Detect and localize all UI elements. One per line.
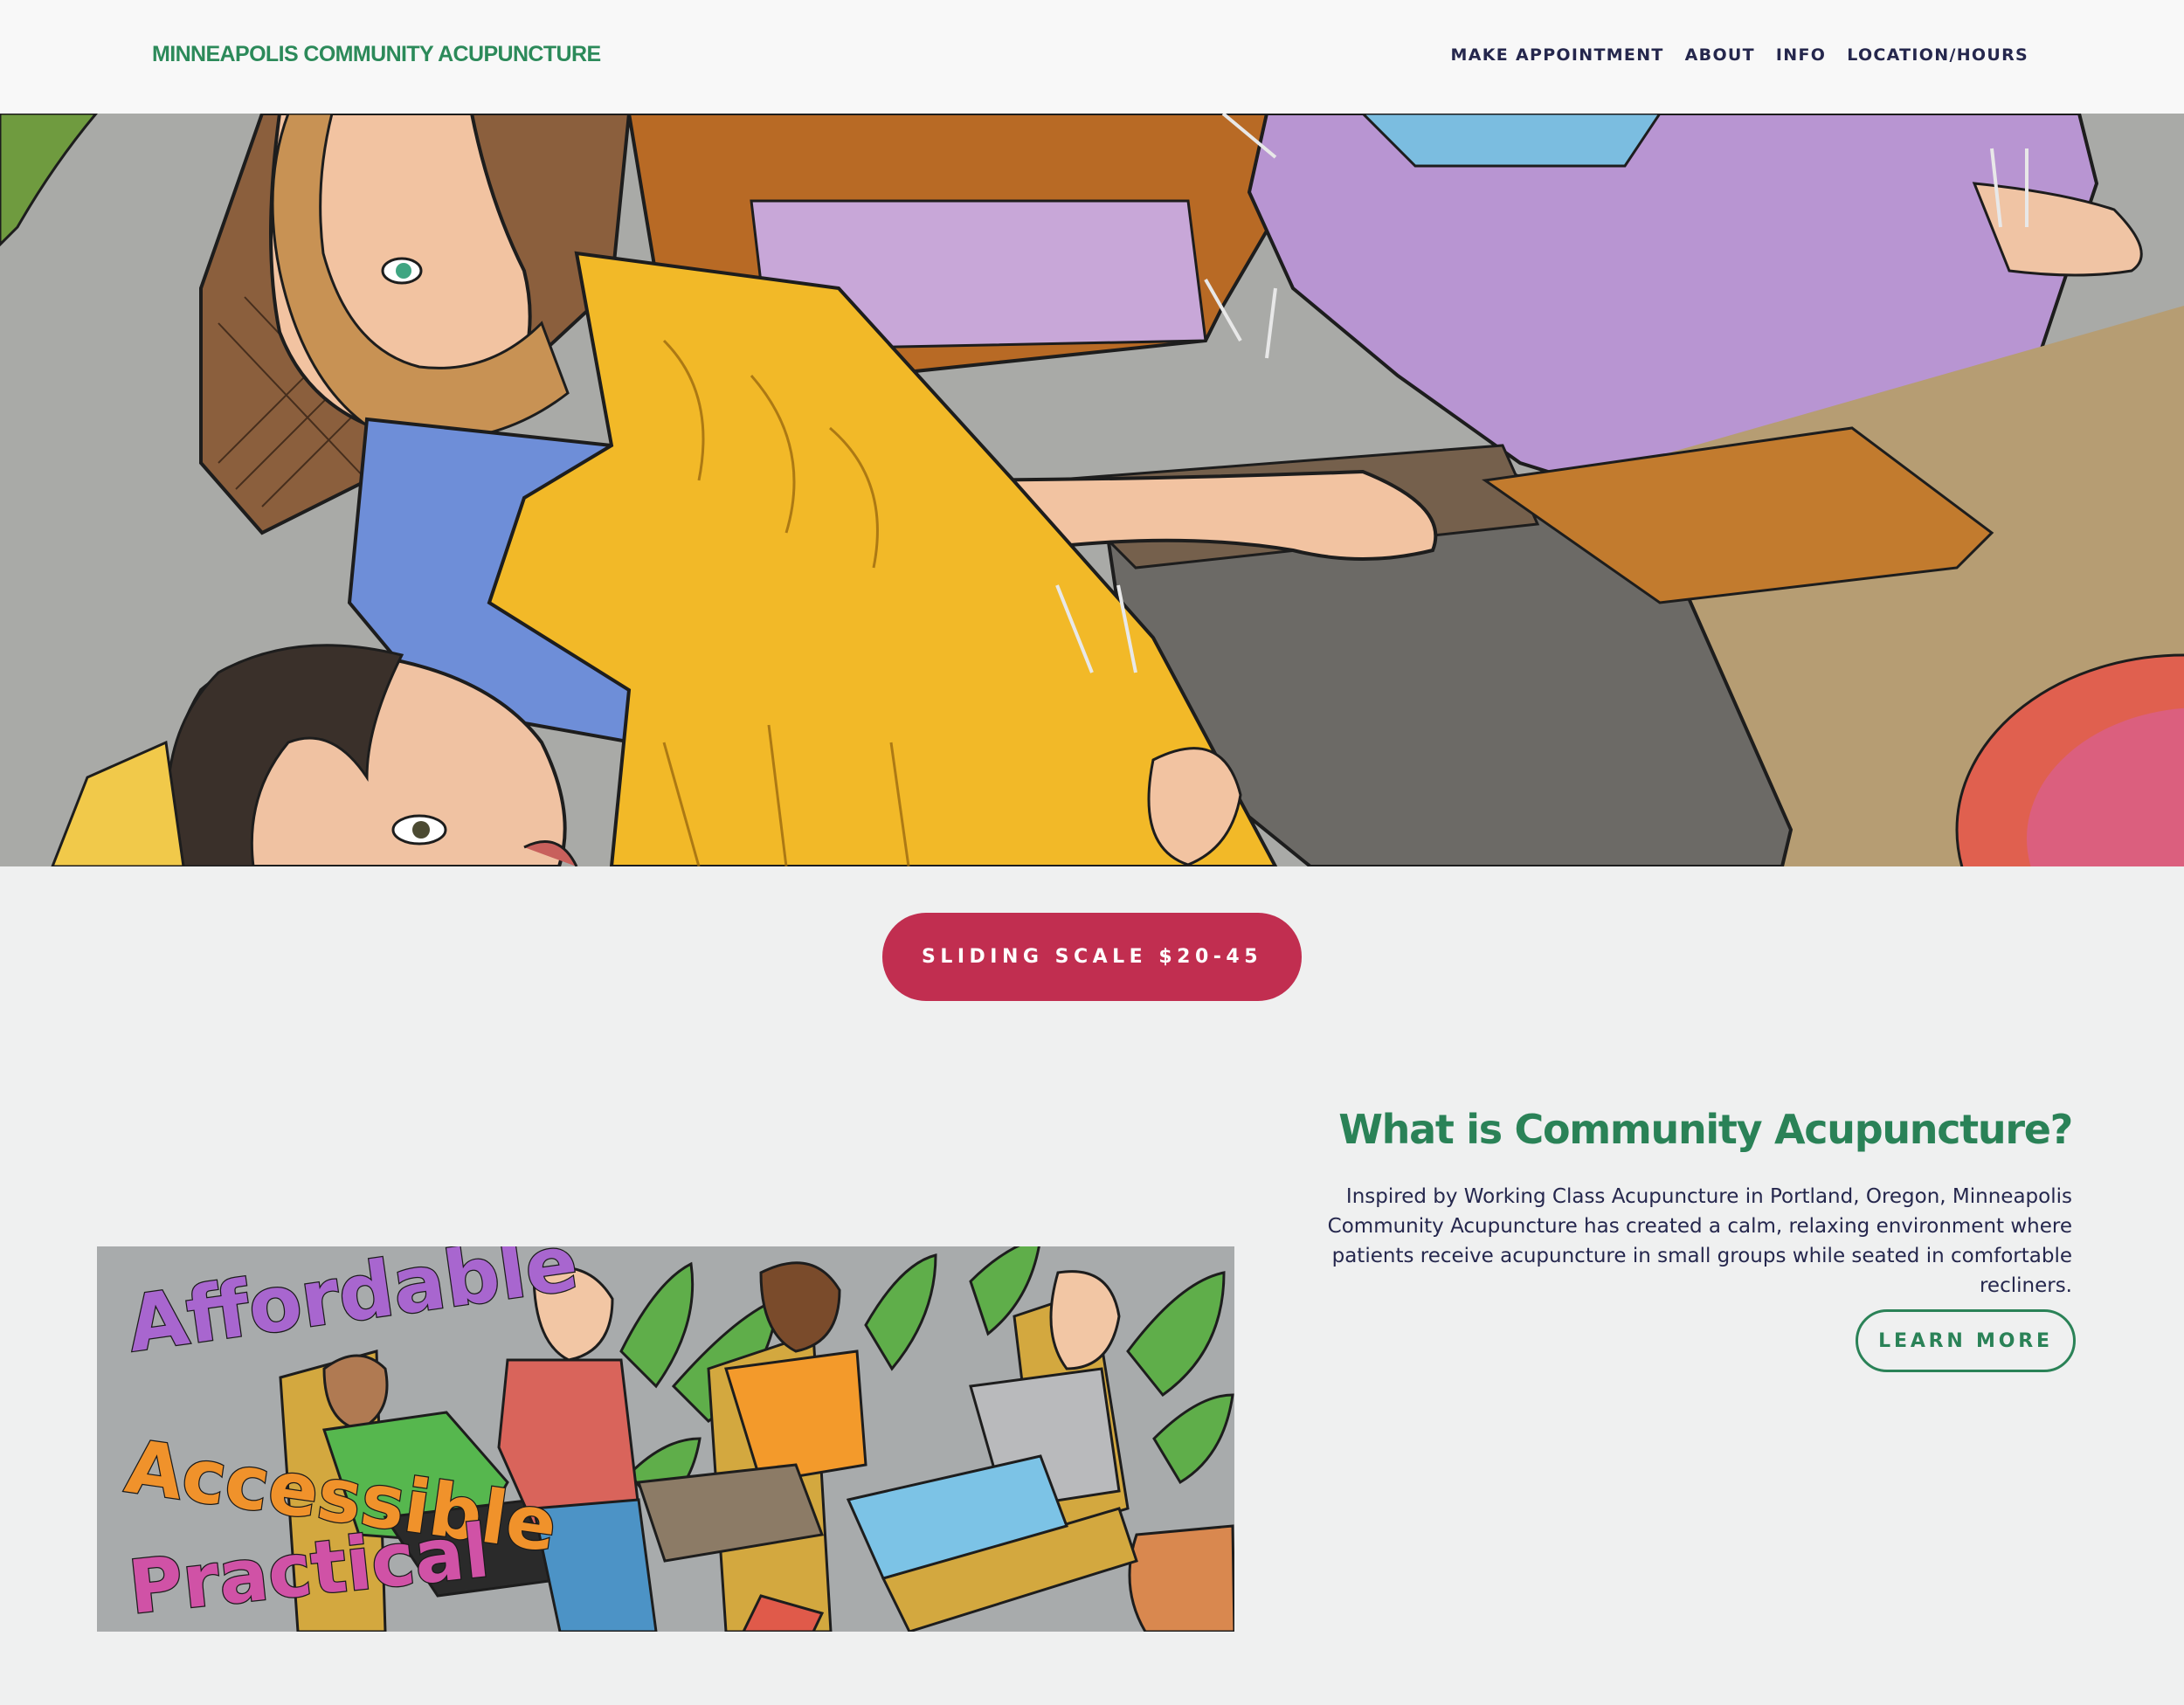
section-body-text: Inspired by Working Class Acupuncture in… (1327, 1185, 2072, 1297)
section-title: What is Community Acupuncture? (1338, 1106, 2073, 1153)
nav-about[interactable]: ABOUT (1685, 45, 1755, 65)
main-nav: MAKE APPOINTMENT ABOUT INFO LOCATION/HOU… (1451, 45, 2028, 65)
nav-info[interactable]: INFO (1776, 45, 1826, 65)
banner-illustration-art: Affordable Accessible Practical (97, 1246, 1234, 1632)
sliding-scale-button[interactable]: SLIDING SCALE $20-45 (882, 913, 1302, 1001)
site-header: MINNEAPOLIS COMMUNITY ACUPUNCTURE MAKE A… (0, 0, 2184, 114)
affordable-accessible-practical-illustration: Affordable Accessible Practical (97, 1246, 1234, 1632)
nav-location-hours[interactable]: LOCATION/HOURS (1847, 45, 2028, 65)
learn-more-button[interactable]: LEARN MORE (1856, 1309, 2076, 1372)
nav-make-appointment[interactable]: MAKE APPOINTMENT (1451, 45, 1664, 65)
site-title[interactable]: MINNEAPOLIS COMMUNITY ACUPUNCTURE (152, 42, 601, 67)
hero-illustration (0, 114, 2184, 866)
hero-illustration-art (0, 114, 2184, 866)
